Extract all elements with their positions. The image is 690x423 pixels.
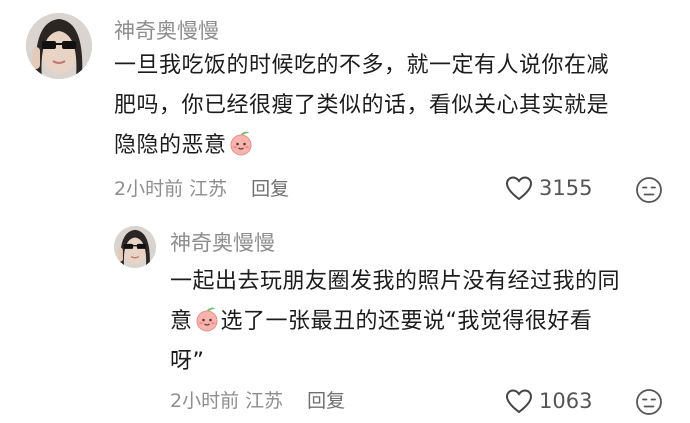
avatar[interactable]	[26, 13, 92, 79]
comment-location: 江苏	[245, 390, 284, 412]
comment-time: 2小时前	[114, 178, 184, 200]
comment-meta: 2小时前 江苏 回复	[170, 388, 345, 414]
username[interactable]: 神奇奥慢慢	[114, 17, 219, 45]
heart-icon	[505, 176, 533, 201]
reply-button[interactable]: 回复	[307, 390, 345, 412]
like-count: 3155	[539, 176, 593, 200]
comment-text-segment: 意	[170, 309, 193, 334]
peach-face-emoji-icon	[194, 306, 220, 332]
comment-text-line: 一起出去玩朋友圈发我的照片没有经过我的同	[170, 269, 621, 294]
like-count: 1063	[539, 389, 593, 413]
comment-text-line: 意 选了一张最丑的还要说“我觉得很好看	[170, 302, 620, 342]
comment-text-line: 呀”	[170, 349, 205, 374]
comment-text-line: 肥吗，你已经很瘦了类似的话，看似关心其实就是	[114, 93, 610, 118]
dislike-icon[interactable]	[635, 388, 663, 416]
like-button[interactable]: 1063	[505, 388, 592, 414]
dislike-icon[interactable]	[635, 176, 663, 204]
heart-icon	[505, 389, 533, 414]
comment-text-line: 隐隐的恶意	[114, 126, 609, 166]
peach-face-emoji-icon	[228, 130, 254, 156]
comment-text: 一起出去玩朋友圈发我的照片没有经过我的同 意 选了一张最丑的还要说“我觉得很好看…	[170, 262, 620, 382]
comment-location: 江苏	[189, 178, 228, 200]
comment-text-segment: 隐隐的恶意	[114, 133, 227, 158]
avatar[interactable]	[114, 226, 156, 268]
comment-time: 2小时前	[170, 390, 240, 412]
comment-text: 一旦我吃饭的时候吃的不多，就一定有人说你在减 肥吗，你已经很瘦了类似的话，看似关…	[114, 46, 609, 166]
comment-text-line: 一旦我吃饭的时候吃的不多，就一定有人说你在减	[114, 53, 610, 78]
reply-button[interactable]: 回复	[251, 178, 289, 200]
comment-meta: 2小时前 江苏 回复	[114, 176, 289, 202]
username[interactable]: 神奇奥慢慢	[170, 229, 275, 257]
comment-text-segment: 选了一张最丑的还要说“我觉得很好看	[220, 309, 593, 334]
like-button[interactable]: 3155	[505, 175, 592, 201]
